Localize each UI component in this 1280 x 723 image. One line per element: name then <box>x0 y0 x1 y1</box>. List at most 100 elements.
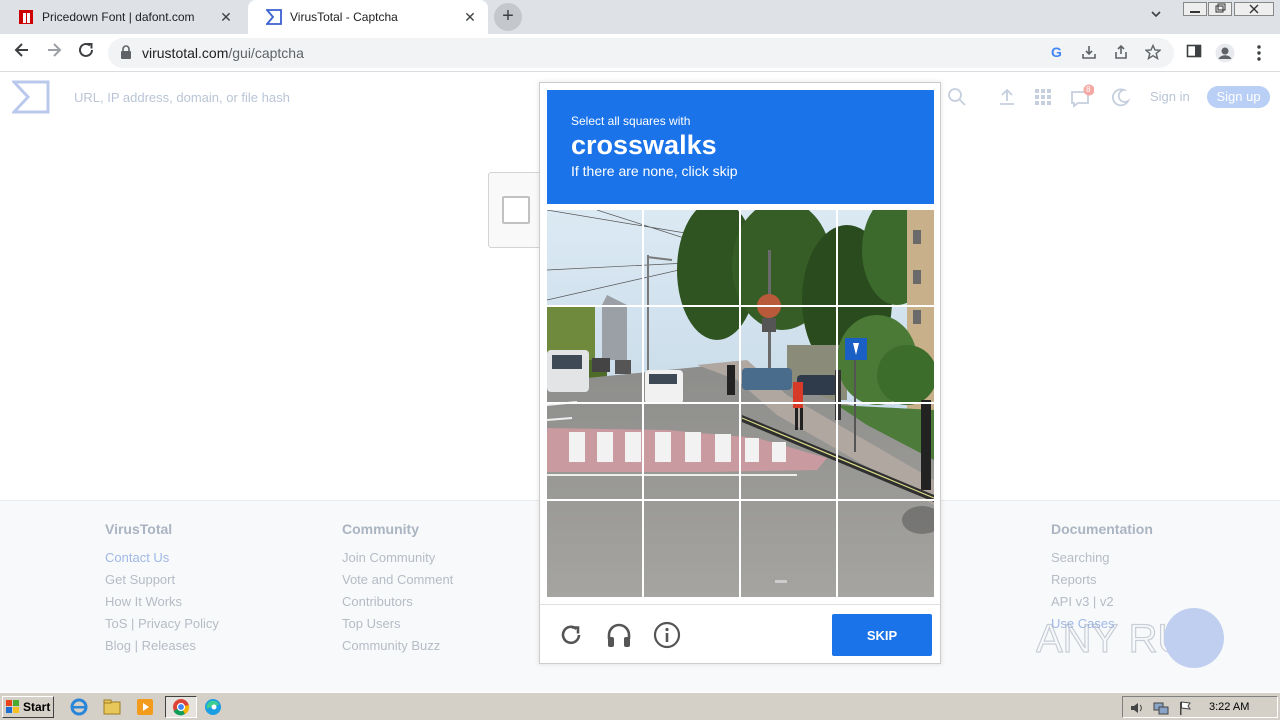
upload-icon[interactable] <box>996 87 1018 109</box>
tab-strip: Pricedown Font | dafont.com ✕ VirusTotal… <box>0 0 1280 34</box>
captcha-tile[interactable] <box>547 404 641 498</box>
captcha-tile[interactable] <box>838 501 932 595</box>
anyrun-watermark: ANY RUN <box>1035 608 1226 668</box>
footer-link[interactable]: Contributors <box>342 594 453 610</box>
google-icon[interactable]: G <box>1048 44 1066 62</box>
footer-heading: Documentation <box>1051 521 1153 537</box>
internet-explorer-icon[interactable] <box>68 696 94 718</box>
windows-logo-icon <box>6 700 20 714</box>
network-icon[interactable] <box>1153 700 1169 716</box>
action-center-flag-icon[interactable] <box>1177 700 1193 716</box>
address-bar[interactable]: virustotal.com/gui/captcha G <box>108 38 1174 68</box>
close-tab-icon[interactable]: ✕ <box>218 9 234 25</box>
captcha-tile[interactable] <box>547 501 641 595</box>
footer-link[interactable]: Community Buzz <box>342 638 453 654</box>
sign-up-button[interactable]: Sign up <box>1207 86 1270 108</box>
close-window-icon[interactable] <box>1234 2 1274 19</box>
file-explorer-icon[interactable] <box>101 696 127 718</box>
search-placeholder: URL, IP address, domain, or file hash <box>74 90 290 105</box>
maximize-icon[interactable] <box>1208 2 1232 19</box>
install-app-icon[interactable] <box>1080 44 1098 62</box>
footer-link[interactable]: Get Support <box>105 572 219 588</box>
tab-title: VirusTotal - Captcha <box>290 10 398 24</box>
minimize-icon[interactable] <box>1183 2 1207 19</box>
notifications-icon[interactable]: 8 <box>1070 84 1095 108</box>
forward-arrow-icon[interactable] <box>42 41 66 65</box>
audio-challenge-headphones-icon[interactable] <box>605 621 633 649</box>
footer-link[interactable]: How It Works <box>105 594 219 610</box>
captcha-tile[interactable] <box>838 404 932 498</box>
footer-column-community: Community Join Community Vote and Commen… <box>342 521 453 660</box>
captcha-image-grid <box>547 210 934 597</box>
recaptcha-anchor <box>488 172 542 248</box>
footer-link[interactable]: Reports <box>1051 572 1153 588</box>
chrome-menu-icon[interactable] <box>1249 43 1269 63</box>
captcha-tile[interactable] <box>741 307 835 401</box>
captcha-tile[interactable] <box>547 307 641 401</box>
bookmark-star-icon[interactable] <box>1144 43 1162 62</box>
captcha-tile[interactable] <box>741 501 835 595</box>
captcha-tile[interactable] <box>644 307 738 401</box>
media-player-icon[interactable] <box>134 696 160 718</box>
captcha-tile[interactable] <box>644 210 738 304</box>
footer-link[interactable]: Join Community <box>342 550 453 566</box>
profile-avatar-icon[interactable] <box>1215 43 1235 63</box>
footer-link[interactable]: Vote and Comment <box>342 572 453 588</box>
instruction-line: Select all squares with <box>571 114 691 128</box>
new-tab-button[interactable]: + <box>494 3 522 31</box>
windows-taskbar: Start 3:22 AM <box>0 692 1280 720</box>
start-label: Start <box>23 700 51 714</box>
captcha-tile[interactable] <box>838 210 932 304</box>
footer-heading: VirusTotal <box>105 521 173 537</box>
url-host: virustotal.com <box>142 45 229 61</box>
recaptcha-checkbox[interactable] <box>502 196 530 224</box>
dafont-favicon-icon <box>18 9 34 25</box>
tab-dafont[interactable]: Pricedown Font | dafont.com ✕ <box>0 0 244 34</box>
captcha-tile[interactable] <box>644 404 738 498</box>
apps-grid-icon[interactable] <box>1032 87 1054 109</box>
browser-toolbar: virustotal.com/gui/captcha G <box>0 34 1280 72</box>
captcha-tile[interactable] <box>547 210 641 304</box>
system-tray: 3:22 AM <box>1122 696 1278 718</box>
edge-icon[interactable] <box>202 696 228 718</box>
info-icon[interactable] <box>653 621 681 649</box>
captcha-footer: SKIP <box>540 604 940 664</box>
footer-link[interactable]: ToS | Privacy Policy <box>105 616 219 632</box>
dark-mode-moon-icon[interactable] <box>1110 87 1132 109</box>
url-text: virustotal.com/gui/captcha <box>142 45 304 61</box>
reload-icon[interactable] <box>74 41 98 65</box>
footer-link[interactable]: Contact Us <box>105 550 219 566</box>
instruction-skip-hint: If there are none, click skip <box>571 163 738 179</box>
tab-title: Pricedown Font | dafont.com <box>42 10 195 24</box>
back-arrow-icon[interactable] <box>10 41 34 65</box>
skip-button[interactable]: SKIP <box>832 614 932 656</box>
footer-link[interactable]: Blog | Releases <box>105 638 219 654</box>
share-icon[interactable] <box>1112 44 1130 62</box>
captcha-tile[interactable] <box>838 307 932 401</box>
captcha-tile[interactable] <box>644 501 738 595</box>
captcha-tile[interactable] <box>741 404 835 498</box>
notification-count: 8 <box>1086 85 1091 94</box>
tab-virustotal[interactable]: VirusTotal - Captcha ✕ <box>248 0 488 34</box>
taskbar-clock: 3:22 AM <box>1209 701 1250 713</box>
sign-in-link[interactable]: Sign in <box>1150 89 1190 104</box>
tab-search-icon[interactable] <box>1150 8 1162 23</box>
virustotal-favicon-icon <box>265 9 282 25</box>
url-path: /gui/captcha <box>228 45 304 61</box>
captcha-tile[interactable] <box>741 210 835 304</box>
lock-icon[interactable] <box>120 45 132 59</box>
virustotal-logo-icon[interactable] <box>10 80 50 114</box>
footer-link[interactable]: Searching <box>1051 550 1153 566</box>
footer-column-virustotal: VirusTotal Contact Us Get Support How It… <box>105 521 219 660</box>
captcha-challenge: Select all squares with crosswalks If th… <box>539 82 941 664</box>
start-button[interactable]: Start <box>2 696 54 718</box>
footer-link[interactable]: Top Users <box>342 616 453 632</box>
volume-icon[interactable] <box>1129 700 1145 716</box>
chrome-taskbar-icon[interactable] <box>165 696 197 718</box>
search-icon[interactable] <box>946 87 968 109</box>
close-tab-icon[interactable]: ✕ <box>462 9 478 25</box>
captcha-target: crosswalks <box>571 130 717 160</box>
side-panel-icon[interactable] <box>1184 43 1204 63</box>
captcha-instructions: Select all squares with crosswalks If th… <box>547 90 934 204</box>
reload-challenge-icon[interactable] <box>557 621 585 649</box>
